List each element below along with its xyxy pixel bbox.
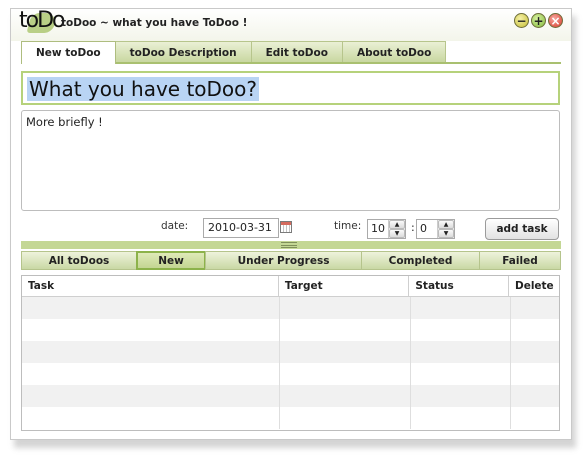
minute-up-icon[interactable]: ▲ [438, 220, 454, 229]
filter-tab-new[interactable]: New [136, 251, 206, 270]
tab-new-todoo[interactable]: New toDoo [21, 41, 116, 64]
logo-text: toDo [19, 8, 65, 33]
time-separator: : [411, 221, 415, 234]
hour-up-icon[interactable]: ▲ [389, 220, 405, 229]
table-row [22, 319, 559, 341]
splitter-grip-icon[interactable] [281, 242, 297, 248]
maximize-icon: + [533, 13, 544, 28]
tab-about-todoo[interactable]: About toDoo [341, 41, 447, 63]
table-row [22, 363, 559, 385]
close-button[interactable]: × [548, 13, 563, 28]
window-controls: − + × [514, 13, 563, 28]
add-task-button[interactable]: add task [485, 218, 559, 240]
date-label: date: [161, 220, 189, 232]
title-bar[interactable]: toDo toDoo ~ what you have ToDoo ! − + × [11, 9, 571, 41]
column-header-delete[interactable]: Delete [509, 276, 559, 297]
table-row [22, 407, 559, 429]
task-table: Task Target Status Delete [21, 275, 560, 431]
filter-tab-under-progress[interactable]: Under Progress [205, 251, 362, 270]
minute-spinner[interactable]: 0 ▲ ▼ [416, 219, 455, 239]
table-header: Task Target Status Delete [22, 276, 559, 297]
task-title-value: What you have toDoo? [27, 77, 260, 101]
calendar-icon[interactable] [280, 221, 292, 233]
date-input[interactable]: 2010-03-31 [203, 218, 279, 238]
filter-tab-completed[interactable]: Completed [361, 251, 480, 270]
main-tabs: New toDoo toDoo Description Edit toDoo A… [21, 41, 447, 64]
app-logo: toDo [19, 9, 65, 39]
table-row [22, 341, 559, 363]
table-row [22, 297, 559, 319]
hour-value: 10 [371, 222, 385, 235]
task-title-input[interactable]: What you have toDoo? [21, 71, 560, 105]
tab-todoo-description[interactable]: toDoo Description [114, 41, 252, 63]
window-title: toDoo ~ what you have ToDoo ! [61, 17, 248, 29]
minimize-button[interactable]: − [514, 13, 529, 28]
maximize-button[interactable]: + [531, 13, 546, 28]
time-label: time: [334, 220, 362, 232]
hour-spinner[interactable]: 10 ▲ ▼ [367, 219, 406, 239]
filter-tab-all[interactable]: All toDoos [21, 251, 137, 270]
filter-tab-failed[interactable]: Failed [479, 251, 561, 270]
minute-value: 0 [420, 222, 427, 235]
minimize-icon: − [516, 13, 527, 28]
app-window: toDo toDoo ~ what you have ToDoo ! − + ×… [10, 8, 572, 440]
column-header-status[interactable]: Status [409, 276, 509, 297]
filter-tabs: All toDoos New Under Progress Completed … [21, 251, 561, 270]
column-header-target[interactable]: Target [279, 276, 410, 297]
close-icon: × [550, 13, 561, 28]
table-row [22, 385, 559, 407]
column-header-task[interactable]: Task [22, 276, 279, 297]
tab-edit-todoo[interactable]: Edit toDoo [250, 41, 343, 63]
minute-down-icon[interactable]: ▼ [438, 229, 454, 238]
hour-down-icon[interactable]: ▼ [389, 229, 405, 238]
task-description-textarea[interactable]: More briefly ! [21, 110, 560, 211]
